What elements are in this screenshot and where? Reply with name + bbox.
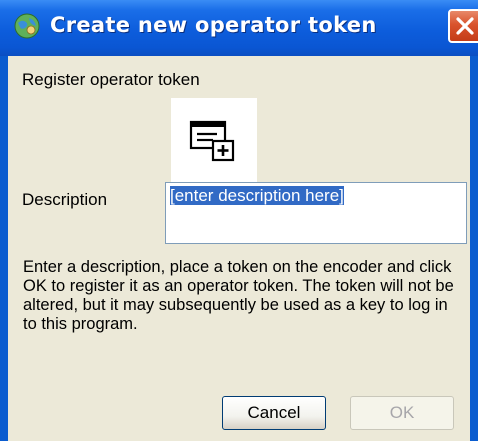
- title-bar[interactable]: Create new operator token: [0, 0, 478, 56]
- ok-button[interactable]: OK: [350, 396, 454, 430]
- description-label: Description: [22, 190, 108, 209]
- help-text: Enter a description, place a token on th…: [23, 258, 454, 333]
- close-button[interactable]: [448, 9, 478, 43]
- token-card-icon: [189, 120, 235, 162]
- description-value: [enter description here]: [170, 186, 344, 205]
- token-image: [171, 98, 257, 184]
- dialog-body: Register operator token Description [ent…: [8, 56, 470, 441]
- dialog-window: Create new operator token Register opera…: [0, 0, 478, 441]
- window-title: Create new operator token: [50, 13, 377, 37]
- description-input[interactable]: [enter description here]: [165, 182, 467, 244]
- cancel-button[interactable]: Cancel: [222, 396, 326, 430]
- globe-person-icon: [12, 11, 42, 41]
- dialog-heading: Register operator token: [22, 70, 200, 89]
